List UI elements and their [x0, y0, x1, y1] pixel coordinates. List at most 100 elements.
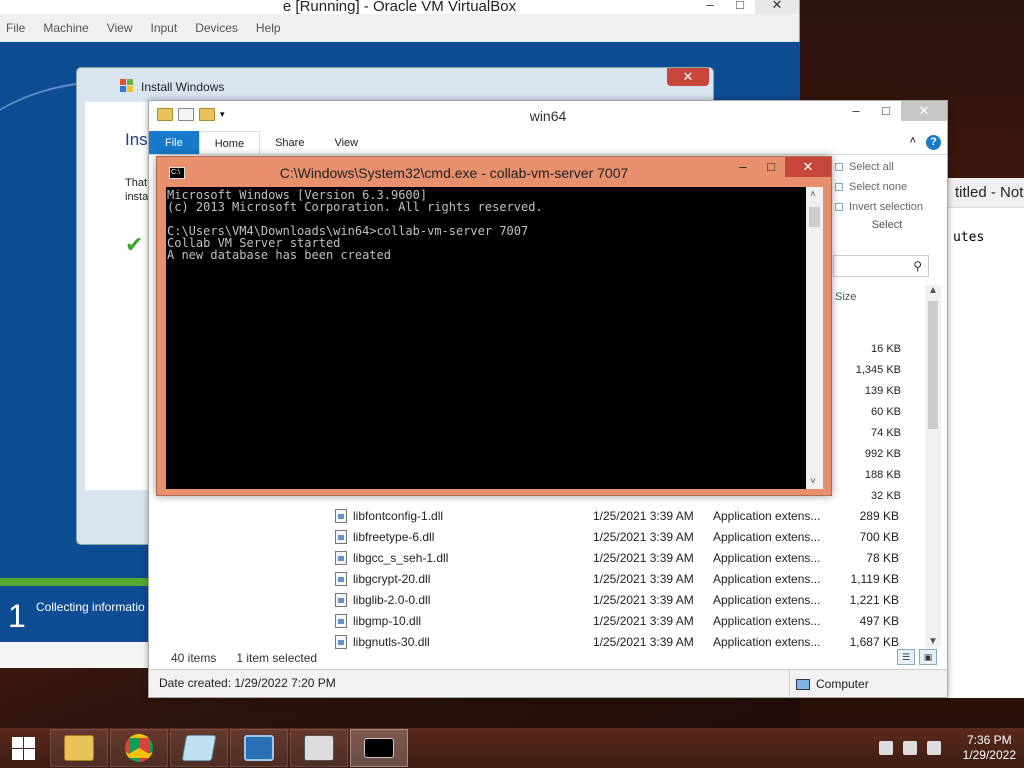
- close-button[interactable]: ✕: [901, 101, 947, 121]
- table-row[interactable]: libgcrypt-20.dll 1/25/2021 3:39 AM Applica…: [335, 568, 905, 589]
- tab-home[interactable]: Home: [198, 131, 261, 154]
- dll-file-icon: [335, 571, 347, 586]
- size-cell: 60 KB: [871, 406, 901, 418]
- select-all-icon: [835, 163, 843, 171]
- status-selection: 1 item selected: [236, 651, 318, 665]
- checkmark-icon: ✔: [125, 232, 144, 257]
- network-icon[interactable]: [902, 741, 917, 755]
- file-list-scrollbar[interactable]: ▲ ▼: [925, 285, 941, 647]
- location-label: Computer: [789, 670, 875, 698]
- action-center-flag-icon[interactable]: [878, 741, 893, 755]
- ribbon-tabs: File Home Share View ˄ ?: [149, 131, 947, 155]
- cmd-icon: [364, 738, 394, 758]
- notepad-title: titled - Not: [947, 178, 1024, 208]
- scroll-down-icon[interactable]: ▼: [928, 636, 938, 647]
- large-icons-view-icon[interactable]: ▣: [919, 649, 937, 665]
- system-tray: 7:36 PM 1/29/2022: [878, 733, 1024, 763]
- close-button[interactable]: ✕: [785, 157, 831, 177]
- clock[interactable]: 7:36 PM 1/29/2022: [963, 733, 1016, 763]
- scroll-up-icon[interactable]: ▲: [928, 285, 938, 296]
- scroll-down-icon[interactable]: ˅: [810, 476, 816, 487]
- menu-machine[interactable]: Machine: [43, 21, 88, 35]
- start-button[interactable]: [0, 728, 48, 768]
- size-cell: 139 KB: [864, 385, 901, 397]
- file-explorer-icon: [64, 735, 94, 761]
- virtualbox-icon: [244, 735, 274, 761]
- scroll-up-icon[interactable]: ˄: [810, 189, 816, 200]
- maximize-button[interactable]: □: [871, 101, 901, 121]
- table-row[interactable]: libfreetype-6.dll 1/25/2021 3:39 AM Applic…: [335, 526, 905, 547]
- clock-time: 7:36 PM: [966, 733, 1012, 747]
- details-pane: Date created: 1/29/2022 7:20 PM Computer: [149, 669, 947, 698]
- dll-file-icon: [335, 508, 347, 523]
- select-none-icon: [835, 183, 843, 191]
- table-row[interactable]: libglib-2.0-0.dll 1/25/2021 3:39 AM Applic…: [335, 589, 905, 610]
- scrollbar-thumb[interactable]: [928, 301, 938, 429]
- taskbar-virtualbox[interactable]: [230, 729, 288, 767]
- menu-devices[interactable]: Devices: [195, 21, 238, 35]
- ribbon-group-label: Select: [871, 219, 903, 231]
- notepad-window[interactable]: titled - Not utes: [946, 178, 1024, 698]
- search-input[interactable]: ⚲: [833, 255, 929, 277]
- console-line: (c) 2013 Microsoft Corporation. All righ…: [167, 200, 543, 214]
- tab-share[interactable]: Share: [260, 131, 319, 154]
- tab-file[interactable]: File: [149, 131, 199, 154]
- invert-selection-icon: [835, 203, 843, 211]
- tab-view[interactable]: View: [319, 131, 373, 154]
- taskbar-chrome[interactable]: [110, 729, 168, 767]
- scrollbar-thumb[interactable]: [809, 207, 820, 227]
- dll-file-icon: [335, 613, 347, 628]
- taskbar: 7:36 PM 1/29/2022: [0, 728, 1024, 768]
- windows-flag-icon: [120, 79, 133, 92]
- column-header-size[interactable]: Size: [835, 291, 856, 303]
- notepad-icon: [181, 735, 217, 761]
- search-icon: ⚲: [913, 259, 922, 273]
- notepad-text[interactable]: utes: [947, 208, 1024, 245]
- minimize-button[interactable]: –: [695, 0, 725, 14]
- console-output[interactable]: Microsoft Windows [Version 6.3.9600] (c)…: [166, 187, 806, 489]
- cmd-window[interactable]: C:\ C:\Windows\System32\cmd.exe - collab…: [156, 156, 832, 496]
- invert-selection-button[interactable]: Invert selection: [827, 197, 947, 217]
- install-close-button[interactable]: ✕: [667, 68, 709, 86]
- maximize-button[interactable]: □: [757, 157, 785, 177]
- menu-view[interactable]: View: [107, 21, 133, 35]
- close-button[interactable]: ✕: [755, 0, 799, 14]
- install-paragraph: That insta: [125, 177, 149, 203]
- setup-step-number: 1: [8, 598, 26, 634]
- menu-file[interactable]: File: [6, 21, 25, 35]
- table-row[interactable]: libgcc_s_seh-1.dll 1/25/2021 3:39 AM Appli…: [335, 547, 905, 568]
- size-cell: 188 KB: [864, 469, 901, 481]
- size-cell: 74 KB: [871, 427, 901, 439]
- taskbar-notepad[interactable]: [170, 729, 228, 767]
- install-dialog-titlebar: Install Windows: [77, 68, 713, 102]
- menu-help[interactable]: Help: [256, 21, 281, 35]
- taskbar-7zip[interactable]: [290, 729, 348, 767]
- console-scrollbar[interactable]: ˄ ˅: [806, 187, 823, 489]
- explorer-titlebar: ▾ win64 – □ ✕: [149, 101, 947, 131]
- status-bar: 40 items 1 item selected ☰ ▣: [149, 647, 947, 669]
- select-all-button[interactable]: Select all: [827, 157, 947, 177]
- volume-muted-icon[interactable]: [926, 741, 941, 755]
- maximize-button[interactable]: □: [725, 0, 755, 14]
- select-none-button[interactable]: Select none: [827, 177, 947, 197]
- setup-step-text: Collecting informatio: [36, 600, 145, 614]
- minimize-button[interactable]: –: [841, 101, 871, 121]
- virtualbox-title: e [Running] - Oracle VM VirtualBox – □ ✕: [0, 0, 799, 14]
- table-row[interactable]: libgmp-10.dll 1/25/2021 3:39 AM Applicatio…: [335, 610, 905, 631]
- taskbar-cmd[interactable]: [350, 729, 408, 767]
- explorer-title: win64: [529, 108, 567, 124]
- menu-input[interactable]: Input: [151, 21, 178, 35]
- size-cell: 1,345 KB: [855, 364, 901, 376]
- details-view-icon[interactable]: ☰: [897, 649, 915, 665]
- virtualbox-menubar: File Machine View Input Devices Help: [0, 14, 799, 42]
- size-cell: 32 KB: [871, 490, 901, 502]
- size-column-partial: 16 KB 1,345 KB 139 KB 60 KB 74 KB 992 KB…: [839, 339, 901, 507]
- taskbar-explorer[interactable]: [50, 729, 108, 767]
- dll-file-icon: [335, 529, 347, 544]
- ribbon-collapse-icon[interactable]: ˄: [910, 135, 916, 150]
- help-icon[interactable]: ?: [926, 135, 941, 150]
- size-cell: 16 KB: [871, 343, 901, 355]
- minimize-button[interactable]: –: [729, 157, 757, 177]
- table-row[interactable]: libfontconfig-1.dll 1/25/2021 3:39 AM Appl…: [335, 505, 905, 526]
- ribbon-select-group: Select all Select none Invert selection …: [827, 157, 947, 247]
